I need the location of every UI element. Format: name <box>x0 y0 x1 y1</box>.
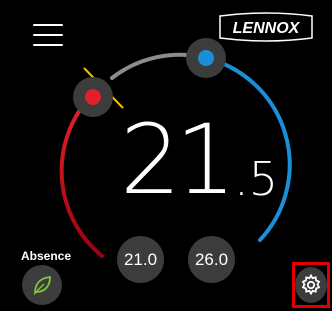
cool-setpoint-button[interactable]: 26.0 <box>188 236 235 283</box>
heat-setpoint-handle[interactable] <box>73 77 113 117</box>
gear-icon <box>301 273 321 296</box>
temperature-decimal-digit: 5 <box>248 152 279 206</box>
absence-label: Absence <box>21 249 72 263</box>
heat-setpoint-button[interactable]: 21.0 <box>117 236 164 283</box>
absence-button[interactable] <box>22 265 62 305</box>
temperature-integer: 21 <box>120 104 236 216</box>
cool-setpoint-handle[interactable] <box>186 38 226 78</box>
heat-arc <box>59 108 104 258</box>
temperature-decimal: .5 <box>234 152 279 206</box>
current-temperature: 21 .5 <box>120 112 278 208</box>
settings-button-inner <box>295 267 327 303</box>
settings-button[interactable] <box>292 262 330 308</box>
leaf-icon <box>34 275 51 296</box>
